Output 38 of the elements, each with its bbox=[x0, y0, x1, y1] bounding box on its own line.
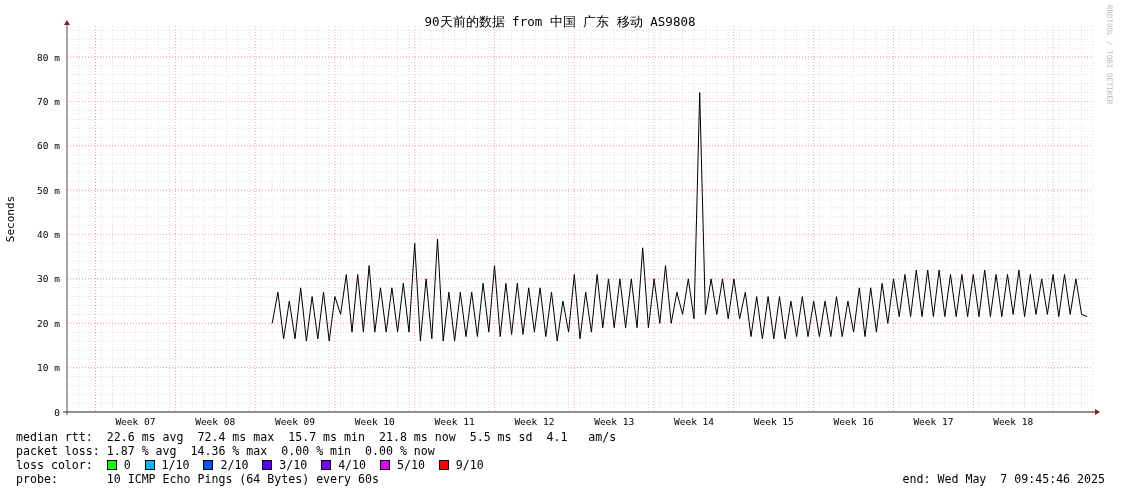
tick-label: Week 11 bbox=[434, 416, 475, 427]
tick-label: Week 18 bbox=[993, 416, 1034, 427]
swatch-label: 2/10 bbox=[220, 458, 249, 472]
end-time: end: Wed May 7 09:45:46 2025 bbox=[902, 472, 1105, 486]
stat-values: 22.6 ms avg 72.4 ms max 15.7 ms min 21.8 ms now 5.5 ms sd 4.1 am/s bbox=[106, 430, 617, 444]
tick-label: 80 m bbox=[37, 51, 60, 63]
tick-label: Week 14 bbox=[674, 416, 714, 427]
swatch-label: 4/10 bbox=[338, 458, 367, 472]
tick-label: Week 08 bbox=[195, 416, 236, 427]
tick-label: 0 bbox=[54, 406, 60, 418]
tick-label: 60 m bbox=[37, 140, 60, 152]
swatch-label: 9/10 bbox=[455, 458, 484, 472]
tick-label: Week 12 bbox=[514, 416, 555, 427]
legend-label: loss color: bbox=[16, 458, 94, 472]
legend-label: packet loss: bbox=[16, 444, 101, 458]
tick-label: 30 m bbox=[37, 273, 60, 285]
tick-label: 20 m bbox=[37, 317, 60, 329]
tick-label: Week 17 bbox=[913, 416, 954, 427]
swatch-label: 1/10 bbox=[161, 458, 190, 472]
swatch-label: 3/10 bbox=[279, 458, 308, 472]
axis-label: Seconds bbox=[4, 195, 17, 243]
tick-label: 40 m bbox=[37, 229, 60, 241]
tick-label: 10 m bbox=[37, 362, 60, 374]
tick-label: Week 10 bbox=[354, 416, 395, 427]
stat-values: 1.87 % avg 14.36 % max 0.00 % min 0.00 % now bbox=[106, 444, 435, 458]
tick-label: Week 07 bbox=[115, 416, 156, 427]
swatch-label: 5/10 bbox=[397, 458, 425, 472]
tick-label: Week 13 bbox=[594, 416, 635, 427]
legend-label: probe: bbox=[16, 472, 59, 486]
tick-label: 70 m bbox=[37, 95, 60, 107]
tick-label: 50 m bbox=[37, 184, 60, 196]
tick-label: Week 09 bbox=[275, 416, 315, 427]
probe-text: 10 ICMP Echo Pings (64 Bytes) every 60s bbox=[106, 472, 379, 486]
legend-label: median rtt: bbox=[16, 430, 94, 444]
tick-label: Week 15 bbox=[753, 416, 794, 427]
swatch-label: 0 bbox=[123, 458, 131, 472]
tick-label: Week 16 bbox=[833, 416, 874, 427]
chart-title: 90天前的数据 from 中国 广东 移动 AS9808 bbox=[424, 14, 696, 29]
